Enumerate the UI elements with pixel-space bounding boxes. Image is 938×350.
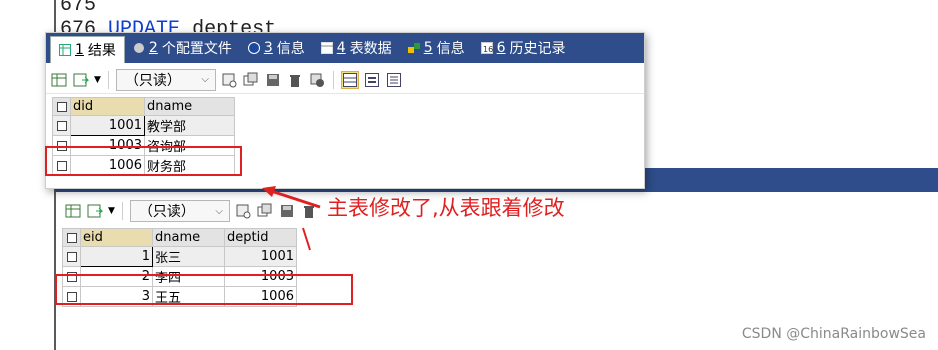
watermark: CSDN @ChinaRainbowSea [741, 326, 926, 342]
annotation-arrows [262, 186, 321, 251]
annotation-text: 主表修改了,从表跟着修改 [327, 196, 565, 220]
arrow-to-upper-icon [267, 188, 321, 209]
arrowhead-upper-icon [262, 186, 276, 197]
arrow-to-lower-icon [302, 227, 311, 251]
